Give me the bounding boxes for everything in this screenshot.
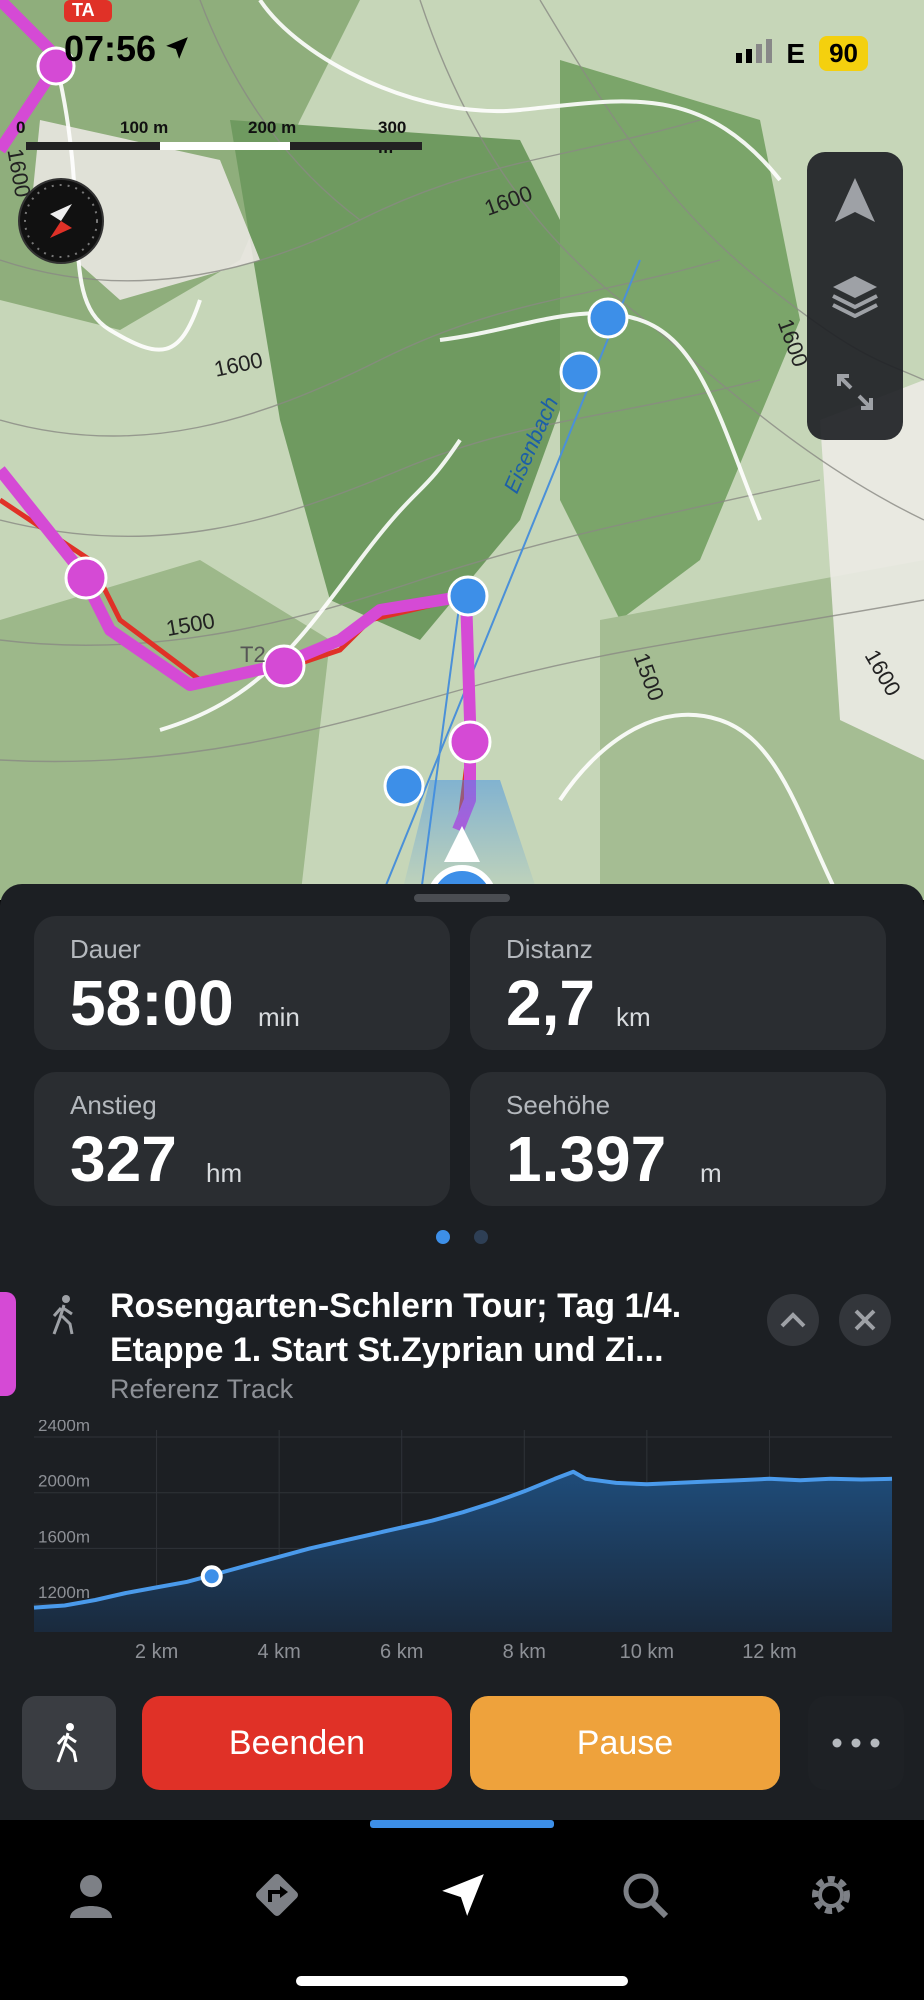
stat-unit: km (616, 1002, 651, 1032)
stat-label: Distanz (506, 934, 593, 964)
tour-title-line2: Etappe 1. Start St.Zyprian und Zi... (110, 1331, 664, 1369)
stat-card-distance[interactable]: Distanz 2,7 km (470, 916, 886, 1050)
scale-label: 200 m (248, 118, 297, 137)
active-tab-indicator (370, 1820, 554, 1828)
stat-card-ascent[interactable]: Anstieg 327 hm (34, 1072, 450, 1206)
search-icon (623, 1873, 669, 1919)
tab-settings[interactable] (776, 1850, 886, 1940)
stat-unit: hm (206, 1158, 243, 1188)
elevation-profile[interactable]: 2400m 2000m 1600m 1200m 2 km 4 km 6 km 8 km 10 k… (0, 1416, 924, 1670)
signal-icon (736, 38, 773, 70)
map-scale-bar: 0 100 m 200 m 300 m (16, 118, 422, 157)
trail-label: T2 (240, 642, 266, 667)
compass-icon (24, 184, 98, 258)
map-controls (807, 152, 903, 440)
page-dot-active[interactable] (436, 1230, 450, 1244)
stat-card-duration[interactable]: Dauer 58:00 min (34, 916, 450, 1050)
page-dot[interactable] (474, 1230, 488, 1244)
tab-bar (0, 1820, 924, 2000)
x-tick-label: 4 km (257, 1641, 300, 1663)
layers-icon (832, 276, 878, 318)
y-tick-label: 2400m (38, 1420, 90, 1435)
x-tick-label: 12 km (742, 1641, 796, 1663)
person-icon (70, 1875, 112, 1918)
close-button[interactable] (839, 1294, 891, 1346)
tab-navigation[interactable] (408, 1850, 518, 1940)
pause-button[interactable]: Pause (470, 1696, 780, 1790)
stat-label: Dauer (70, 934, 141, 964)
x-tick-label: 6 km (380, 1641, 423, 1663)
scale-label: 100 m (120, 118, 169, 137)
more-button[interactable] (808, 1696, 904, 1790)
activity-type-button[interactable] (22, 1696, 116, 1790)
tab-search[interactable] (590, 1850, 700, 1940)
collapse-button[interactable] (767, 1294, 819, 1346)
x-tick-label: 2 km (135, 1641, 178, 1663)
x-tick-label: 10 km (620, 1641, 674, 1663)
stat-unit: min (258, 1002, 300, 1032)
more-icon (832, 1738, 880, 1748)
stat-value: 2,7 (506, 967, 595, 1039)
expand-icon (837, 374, 873, 410)
elevation-area (34, 1471, 892, 1632)
stat-unit: m (700, 1158, 722, 1188)
x-tick-label: 8 km (503, 1641, 546, 1663)
gear-icon (812, 1876, 850, 1914)
compass-button[interactable] (18, 178, 104, 264)
tour-title: Rosengarten-Schlern Tour; Tag 1/4. Etapp… (110, 1284, 750, 1372)
stat-label: Seehöhe (506, 1090, 611, 1120)
scale-label: 300 m (378, 118, 407, 157)
location-arrow-icon (164, 28, 190, 70)
walking-icon (56, 1723, 78, 1763)
navigation-icon (442, 1874, 484, 1916)
status-right: E 90 (736, 36, 868, 71)
north-button[interactable] (807, 152, 903, 248)
tab-routes[interactable] (222, 1850, 332, 1940)
status-time-text: 07:56 (64, 28, 157, 69)
home-indicator (296, 1976, 628, 1986)
route-side-tab[interactable] (0, 1292, 16, 1396)
elevation-chart[interactable]: 2400m 2000m 1600m 1200m 2 km 4 km 6 km 8 km 10 k… (0, 1416, 924, 1670)
layers-button[interactable] (807, 248, 903, 344)
stat-value: 58:00 (70, 967, 234, 1039)
stat-value: 327 (70, 1123, 177, 1195)
close-icon (854, 1309, 876, 1331)
tab-profile[interactable] (36, 1850, 146, 1940)
hiking-icon (48, 1294, 82, 1341)
stat-value: 1.397 (506, 1123, 667, 1195)
stat-label: Anstieg (70, 1090, 157, 1120)
route-sign-icon (256, 1874, 298, 1916)
end-button[interactable]: Beenden (142, 1696, 452, 1790)
y-tick-label: 2000m (38, 1472, 90, 1491)
y-tick-label: 1600m (38, 1527, 90, 1546)
tour-subtitle: Referenz Track (110, 1374, 294, 1404)
map-top-tag: TA (72, 0, 95, 20)
stat-card-altitude[interactable]: Seehöhe 1.397 m (470, 1072, 886, 1206)
navigation-arrow-icon (835, 178, 875, 222)
expand-button[interactable] (807, 344, 903, 440)
status-time: 07:56 (64, 28, 190, 70)
tour-title-line1: Rosengarten-Schlern Tour; Tag 1/4. (110, 1287, 682, 1325)
sheet-grabber[interactable] (414, 894, 510, 902)
scale-label: 0 (16, 118, 26, 137)
current-position-marker (200, 1565, 223, 1588)
chevron-up-icon (780, 1312, 806, 1328)
network-type: E (786, 37, 806, 69)
y-tick-label: 1200m (38, 1583, 90, 1602)
battery-level: 90 (819, 36, 868, 71)
